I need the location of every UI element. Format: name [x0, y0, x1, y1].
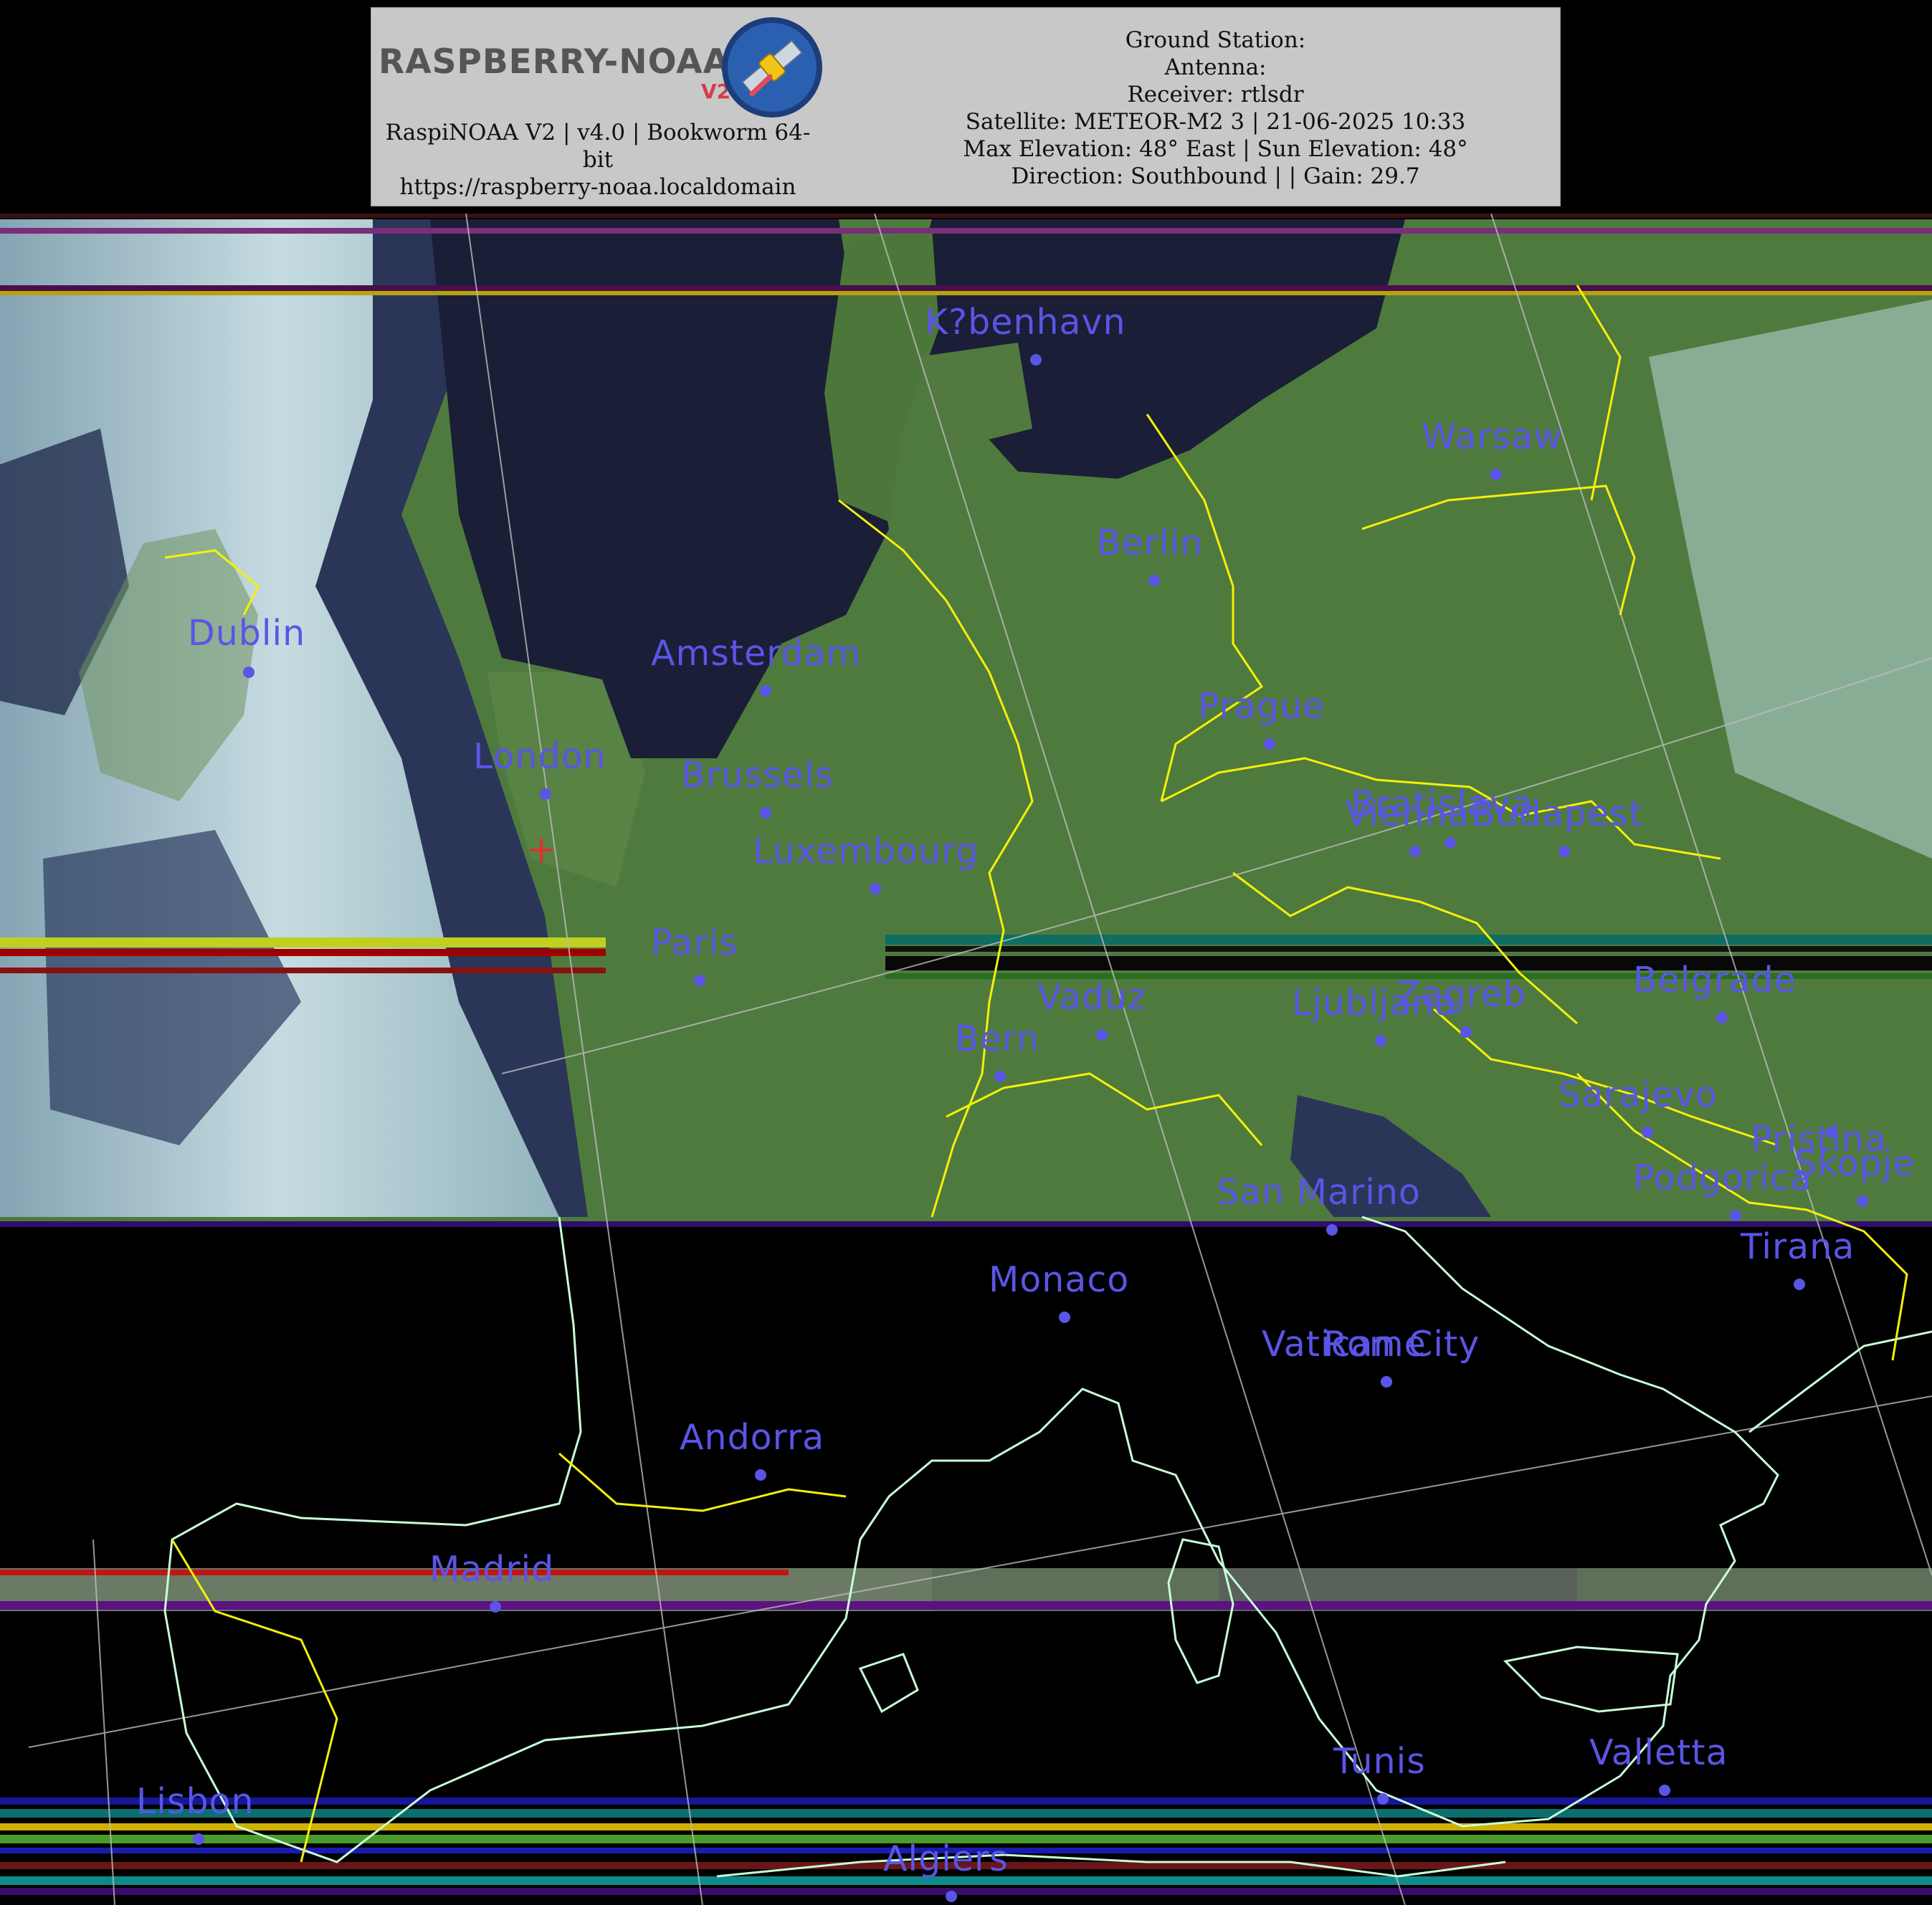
- pass-info: Ground Station: Antenna: Receiver: rtlsd…: [873, 27, 1558, 190]
- city-label-vaduz: Vaduz: [1037, 977, 1147, 1018]
- satellite-map: Dublin London Amsterdam Brussels Luxembourg P…: [0, 214, 1932, 1905]
- software-version-cont: bit: [582, 147, 614, 173]
- city-marker-algiers: [946, 1891, 957, 1902]
- city-marker-tunis: [1377, 1793, 1389, 1805]
- city-marker-andorra: [755, 1469, 766, 1481]
- city-label-budapest: Budapest: [1471, 793, 1643, 834]
- city-marker-vienna: [1409, 846, 1421, 857]
- ground-station: Ground Station:: [1125, 27, 1306, 53]
- info-header: RASPBERRY-NOAA V2 RaspiNOAA V2 | v4.0 | …: [371, 7, 1561, 206]
- station-url: https://raspberry-noaa.localdomain: [399, 174, 796, 200]
- city-label-berlin: Berlin: [1097, 522, 1203, 563]
- city-label-rome: Rome: [1323, 1324, 1427, 1365]
- city-label-zagreb: Zagreb: [1396, 974, 1526, 1015]
- city-label-madrid: Madrid: [429, 1549, 554, 1590]
- city-label-paris: Paris: [651, 922, 738, 963]
- city-marker-k-benhavn: [1030, 354, 1042, 366]
- direction-gain: Direction: Southbound | | Gain: 29.7: [1011, 163, 1420, 189]
- city-marker-sarajevo: [1642, 1127, 1653, 1138]
- receiver: Receiver: rtlsdr: [1127, 82, 1304, 108]
- city-marker-san-marino: [1326, 1224, 1338, 1236]
- city-marker-vaduz: [1096, 1029, 1108, 1041]
- city-marker-berlin: [1148, 575, 1160, 586]
- city-marker-budapest: [1559, 846, 1570, 857]
- city-label-skopje: Skopje: [1794, 1143, 1916, 1184]
- city-marker-lisbon: [193, 1833, 204, 1845]
- city-marker-luxembourg: [870, 883, 881, 894]
- city-marker-podgorica: [1730, 1210, 1741, 1221]
- city-label-prague: Prague: [1198, 686, 1325, 727]
- city-marker-skopje: [1857, 1195, 1868, 1207]
- city-label-bern: Bern: [955, 1018, 1039, 1059]
- city-marker-paris: [694, 975, 705, 986]
- satellite-pass: Satellite: METEOR-M2 3 | 21-06-2025 10:3…: [965, 109, 1466, 135]
- city-label-lisbon: Lisbon: [136, 1781, 254, 1822]
- elevation: Max Elevation: 48° East | Sun Elevation:…: [963, 136, 1468, 162]
- city-marker-brussels: [760, 807, 771, 818]
- city-label-warsaw: Warsaw: [1422, 416, 1563, 457]
- city-marker-ljubljana: [1375, 1035, 1386, 1046]
- city-label-tunis: Tunis: [1333, 1741, 1426, 1782]
- city-label-k-benhavn: K?benhavn: [925, 302, 1126, 343]
- logo-text: RASPBERRY-NOAA: [379, 42, 731, 82]
- city-marker-london: [540, 788, 551, 800]
- city-label-luxembourg: Luxembourg: [753, 831, 979, 872]
- city-label-valletta: Valletta: [1589, 1732, 1728, 1773]
- city-marker-bratislava: [1445, 837, 1456, 849]
- city-label-belgrade: Belgrade: [1633, 960, 1797, 1001]
- city-label-andorra: Andorra: [680, 1417, 824, 1458]
- city-marker-rome: [1381, 1376, 1392, 1388]
- city-label-monaco: Monaco: [989, 1259, 1129, 1300]
- city-marker-amsterdam: [760, 685, 771, 697]
- city-marker-warsaw: [1490, 469, 1502, 480]
- city-marker-madrid: [490, 1601, 501, 1613]
- imagery-top: [0, 219, 1932, 1223]
- city-label-podgorica: Podgorica: [1633, 1157, 1812, 1198]
- city-label-sarajevo: Sarajevo: [1559, 1074, 1718, 1115]
- city-marker-prague: [1264, 738, 1275, 750]
- city-label-amsterdam: Amsterdam: [651, 633, 861, 674]
- antenna: Antenna:: [1164, 54, 1267, 80]
- city-label-tirana: Tirana: [1740, 1226, 1855, 1267]
- city-marker-dublin: [243, 667, 254, 678]
- city-marker-tirana: [1794, 1279, 1805, 1290]
- city-marker-valletta: [1659, 1785, 1670, 1796]
- satellite-logo-icon: [722, 17, 822, 118]
- city-label-london: London: [473, 736, 606, 777]
- city-marker-monaco: [1059, 1312, 1070, 1323]
- coastlines: [163, 1216, 1932, 1878]
- city-label-algiers: Algiers: [883, 1838, 1009, 1879]
- city-marker-zagreb: [1460, 1026, 1472, 1038]
- city-label-brussels: Brussels: [681, 755, 834, 796]
- software-info: RaspiNOAA V2 | v4.0 | Bookworm 64- bit h…: [371, 119, 824, 201]
- software-version: RaspiNOAA V2 | v4.0 | Bookworm 64-: [385, 120, 811, 145]
- city-label-dublin: Dublin: [188, 613, 305, 654]
- city-label-san-marino: San Marino: [1217, 1172, 1421, 1213]
- city-marker-belgrade: [1716, 1012, 1728, 1023]
- city-marker-bern: [994, 1071, 1006, 1082]
